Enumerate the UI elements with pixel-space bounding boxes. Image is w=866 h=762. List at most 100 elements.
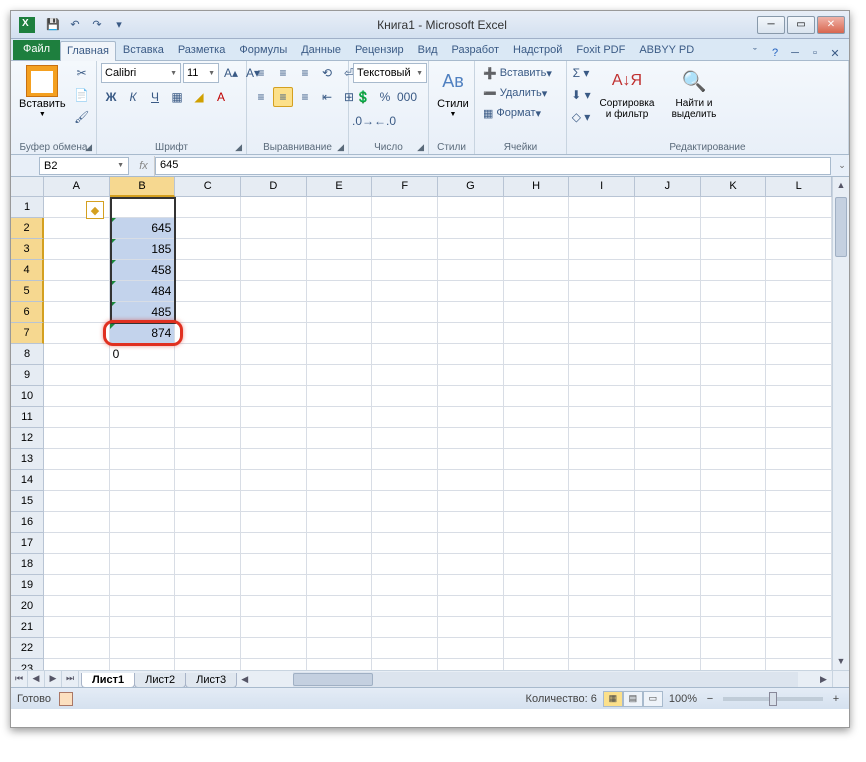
cell-E3[interactable] xyxy=(307,239,373,260)
cell-B16[interactable] xyxy=(110,512,176,533)
cell-I20[interactable] xyxy=(569,596,635,617)
border-button[interactable]: ▦ xyxy=(167,87,187,107)
cell-H19[interactable] xyxy=(504,575,570,596)
sheet-nav-prev[interactable]: ◀ xyxy=(28,671,45,687)
cell-C10[interactable] xyxy=(175,386,241,407)
align-middle-button[interactable]: ≡ xyxy=(273,63,293,83)
view-pagebreak-button[interactable]: ▭ xyxy=(643,691,663,707)
cell-I11[interactable] xyxy=(569,407,635,428)
cell-B3[interactable]: 185 xyxy=(110,239,176,260)
ribbon-tab-разработ[interactable]: Разработ xyxy=(445,40,506,60)
cell-H1[interactable] xyxy=(504,197,570,218)
comma-button[interactable]: 000 xyxy=(397,87,417,107)
macro-record-icon[interactable] xyxy=(59,692,73,706)
cell-D9[interactable] xyxy=(241,365,307,386)
cell-G12[interactable] xyxy=(438,428,504,449)
cell-G14[interactable] xyxy=(438,470,504,491)
cell-H7[interactable] xyxy=(504,323,570,344)
cell-F19[interactable] xyxy=(372,575,438,596)
cell-K12[interactable] xyxy=(701,428,767,449)
vscroll-thumb[interactable] xyxy=(835,197,847,257)
cell-F14[interactable] xyxy=(372,470,438,491)
underline-button[interactable]: Ч xyxy=(145,87,165,107)
cell-H8[interactable] xyxy=(504,344,570,365)
cell-C22[interactable] xyxy=(175,638,241,659)
row-header-7[interactable]: 7 xyxy=(11,323,44,344)
column-header-A[interactable]: A xyxy=(44,177,110,197)
cell-A3[interactable] xyxy=(44,239,110,260)
cell-J7[interactable] xyxy=(635,323,701,344)
cell-H15[interactable] xyxy=(504,491,570,512)
cell-G17[interactable] xyxy=(438,533,504,554)
cell-G22[interactable] xyxy=(438,638,504,659)
cell-H12[interactable] xyxy=(504,428,570,449)
cell-C11[interactable] xyxy=(175,407,241,428)
column-header-B[interactable]: B xyxy=(110,177,176,197)
cell-D14[interactable] xyxy=(241,470,307,491)
cell-H4[interactable] xyxy=(504,260,570,281)
cell-K16[interactable] xyxy=(701,512,767,533)
cell-A6[interactable] xyxy=(44,302,110,323)
cell-A19[interactable] xyxy=(44,575,110,596)
cell-H14[interactable] xyxy=(504,470,570,491)
zoom-in-button[interactable]: + xyxy=(829,693,843,705)
cell-I15[interactable] xyxy=(569,491,635,512)
cell-K2[interactable] xyxy=(701,218,767,239)
cell-E13[interactable] xyxy=(307,449,373,470)
cell-J18[interactable] xyxy=(635,554,701,575)
cell-K13[interactable] xyxy=(701,449,767,470)
cell-L4[interactable] xyxy=(766,260,832,281)
cell-B13[interactable] xyxy=(110,449,176,470)
hscroll-right-button[interactable]: ▶ xyxy=(815,674,832,685)
cell-E2[interactable] xyxy=(307,218,373,239)
cell-L13[interactable] xyxy=(766,449,832,470)
cell-E11[interactable] xyxy=(307,407,373,428)
cell-F20[interactable] xyxy=(372,596,438,617)
ribbon-minimize-icon[interactable]: ˇ xyxy=(747,47,763,60)
cell-C1[interactable] xyxy=(175,197,241,218)
cell-B2[interactable]: 645 xyxy=(110,218,176,239)
cell-F9[interactable] xyxy=(372,365,438,386)
cell-L21[interactable] xyxy=(766,617,832,638)
cell-K4[interactable] xyxy=(701,260,767,281)
row-header-8[interactable]: 8 xyxy=(11,344,44,365)
ribbon-tab-abbyy pd[interactable]: ABBYY PD xyxy=(632,40,701,60)
cell-B12[interactable] xyxy=(110,428,176,449)
cell-G5[interactable] xyxy=(438,281,504,302)
close-button[interactable]: ✕ xyxy=(817,16,845,34)
cell-L7[interactable] xyxy=(766,323,832,344)
cell-H17[interactable] xyxy=(504,533,570,554)
italic-button[interactable]: К xyxy=(123,87,143,107)
cell-C13[interactable] xyxy=(175,449,241,470)
cell-K3[interactable] xyxy=(701,239,767,260)
cell-C19[interactable] xyxy=(175,575,241,596)
cell-C5[interactable] xyxy=(175,281,241,302)
align-top-button[interactable]: ≡ xyxy=(251,63,271,83)
cell-A15[interactable] xyxy=(44,491,110,512)
row-header-2[interactable]: 2 xyxy=(11,218,44,239)
cell-D15[interactable] xyxy=(241,491,307,512)
insert-cells-button[interactable]: ➕ Вставить ▾ xyxy=(479,63,556,83)
ribbon-tab-рецензир[interactable]: Рецензир xyxy=(348,40,411,60)
row-header-6[interactable]: 6 xyxy=(11,302,44,323)
cell-E5[interactable] xyxy=(307,281,373,302)
cell-D2[interactable] xyxy=(241,218,307,239)
font-name-combo[interactable]: Calibri▼ xyxy=(101,63,181,83)
cell-G15[interactable] xyxy=(438,491,504,512)
column-header-F[interactable]: F xyxy=(372,177,438,197)
cell-H16[interactable] xyxy=(504,512,570,533)
cell-F15[interactable] xyxy=(372,491,438,512)
cell-C20[interactable] xyxy=(175,596,241,617)
cell-L8[interactable] xyxy=(766,344,832,365)
cell-L12[interactable] xyxy=(766,428,832,449)
ribbon-tab-формулы[interactable]: Формулы xyxy=(232,40,294,60)
qat-customize-button[interactable]: ▾ xyxy=(109,15,129,35)
decrease-indent-button[interactable]: ⇤ xyxy=(317,87,337,107)
cell-G11[interactable] xyxy=(438,407,504,428)
cell-J6[interactable] xyxy=(635,302,701,323)
cell-C14[interactable] xyxy=(175,470,241,491)
row-header-16[interactable]: 16 xyxy=(11,512,44,533)
cell-I17[interactable] xyxy=(569,533,635,554)
cell-G19[interactable] xyxy=(438,575,504,596)
cell-H20[interactable] xyxy=(504,596,570,617)
